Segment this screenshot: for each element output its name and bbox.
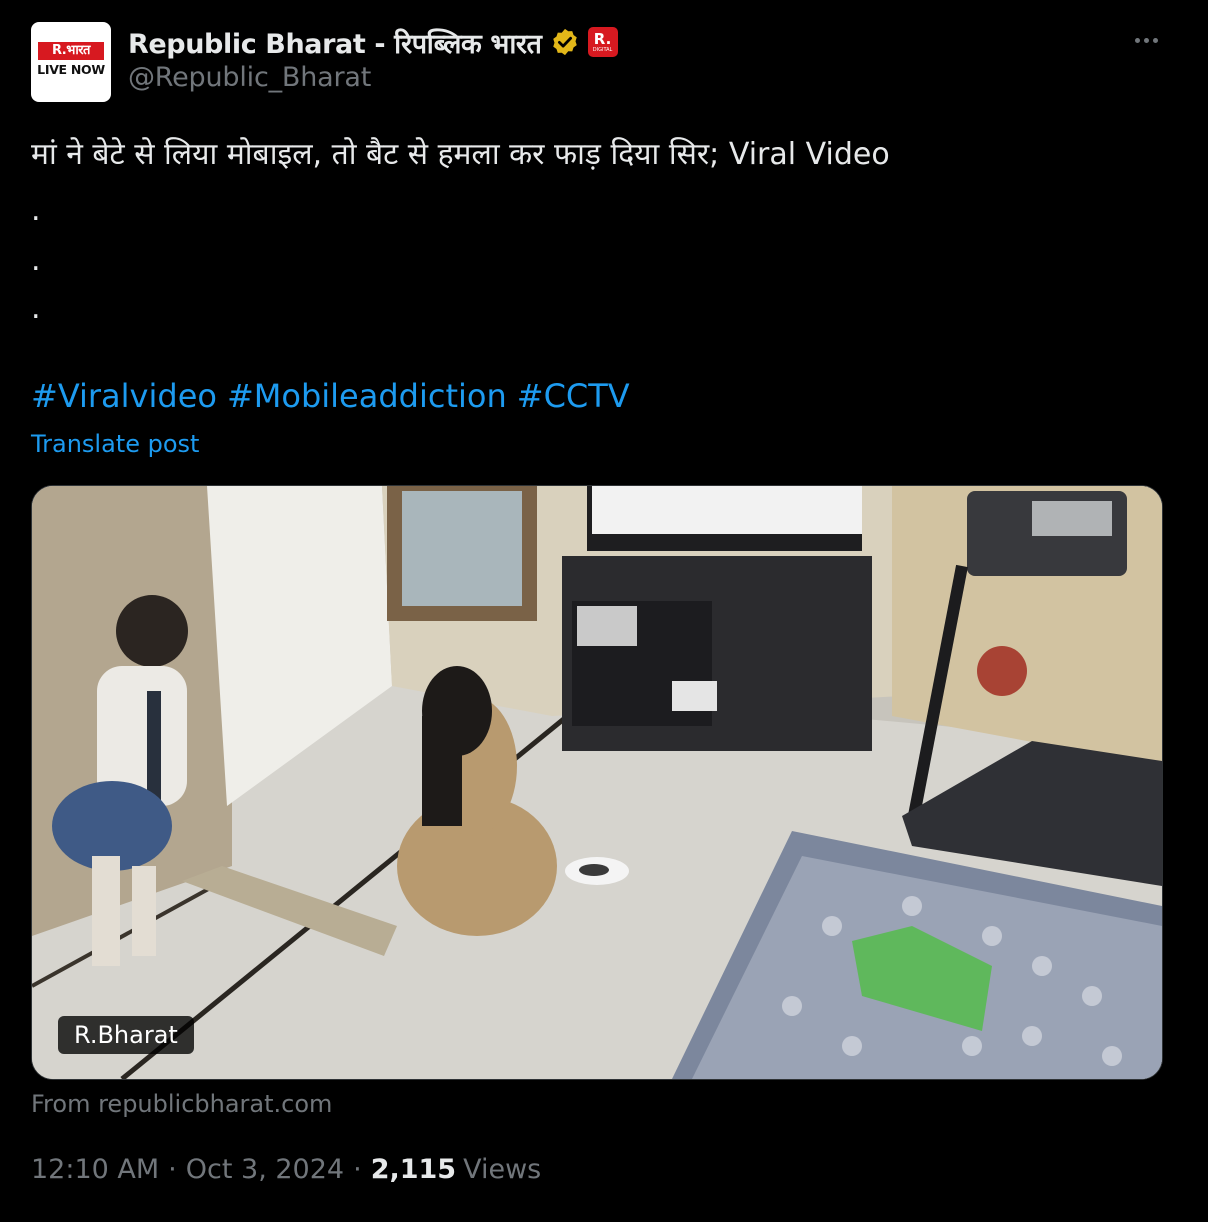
meta-separator: ·: [168, 1154, 177, 1185]
handle[interactable]: @Republic_Bharat: [128, 62, 371, 93]
translate-post-link[interactable]: Translate post: [31, 430, 199, 458]
post-dot: .: [31, 243, 41, 278]
affiliate-badge-subtext: DIGITAL: [592, 46, 613, 53]
post-dot: .: [31, 193, 41, 228]
hashtag-link[interactable]: #CCTV: [517, 377, 630, 415]
tweet: R.भारत LIVE NOW Republic Bharat - रिपब्ल…: [0, 0, 1208, 1222]
card-source-link[interactable]: From republicbharat.com: [31, 1090, 332, 1118]
post-meta: 12:10 AM · Oct 3, 2024 · 2,115 Views: [31, 1154, 541, 1185]
post-text: मां ने बेटे से लिया मोबाइल, तो बैट से हम…: [31, 137, 890, 172]
views-count[interactable]: 2,115: [371, 1154, 456, 1185]
views-label: Views: [463, 1154, 542, 1185]
meta-separator: ·: [353, 1154, 362, 1185]
post-date[interactable]: Oct 3, 2024: [186, 1154, 344, 1185]
ellipsis-icon[interactable]: [1126, 28, 1166, 52]
gold-check-badge-icon[interactable]: [550, 27, 580, 57]
hashtag-link[interactable]: #Mobileaddiction: [227, 377, 507, 415]
avatar-live-text: LIVE NOW: [37, 62, 105, 77]
post-dot: .: [31, 291, 41, 326]
post-time[interactable]: 12:10 AM: [31, 1154, 159, 1185]
hashtag-link[interactable]: #Viralvideo: [31, 377, 217, 415]
avatar[interactable]: R.भारत LIVE NOW: [31, 22, 111, 102]
hashtag-list: #Viralvideo #Mobileaddiction #CCTV: [31, 377, 640, 415]
media-source-badge: R.Bharat: [58, 1016, 194, 1054]
affiliate-badge[interactable]: R. DIGITAL: [587, 27, 618, 57]
video-media[interactable]: R.Bharat: [31, 485, 1163, 1080]
author-name-row: Republic Bharat - रिपब्लिक भारत R. DIGIT…: [128, 24, 618, 60]
avatar-logo-text: R.भारत: [38, 42, 104, 60]
affiliate-badge-text: R.: [593, 29, 612, 48]
display-name[interactable]: Republic Bharat - रिपब्लिक भारत: [128, 24, 542, 61]
video-frame: [32, 486, 1162, 1079]
